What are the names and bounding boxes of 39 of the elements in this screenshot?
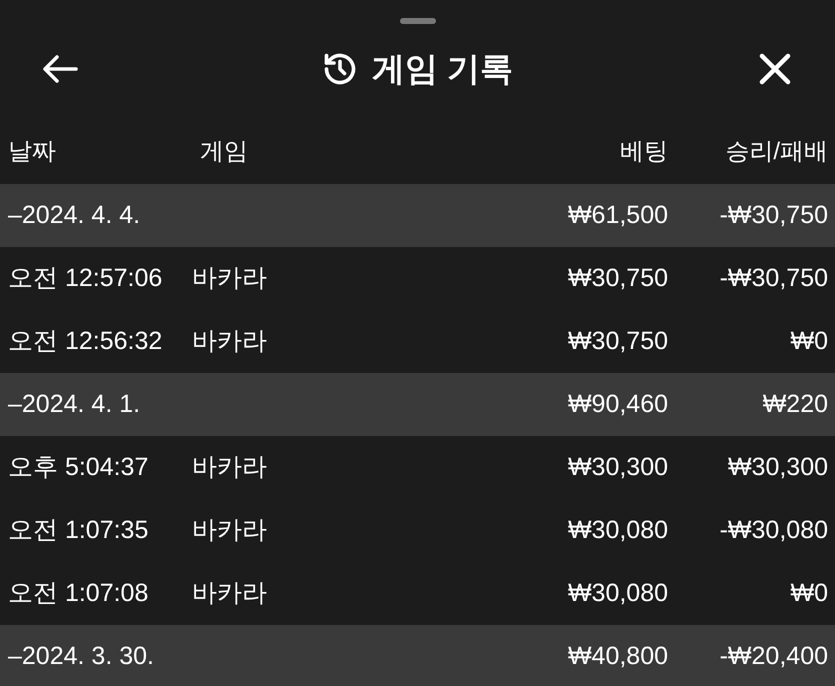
time-cell-text: 오전 12:56:32 <box>7 326 164 357</box>
bet-cell-text: ₩30,080 <box>568 514 668 546</box>
result-cell-text: ₩220 <box>762 388 829 420</box>
time-cell-text: 오전 1:07:08 <box>7 578 150 609</box>
time-cell-text: 오전 12:57:06 <box>7 262 164 294</box>
game-cell-text: 바카라 <box>192 578 268 609</box>
result-cell-text: ₩0 <box>790 326 829 357</box>
result-cell-text: -₩20,400 <box>718 640 829 672</box>
bet-cell-text: ₩30,750 <box>568 262 668 294</box>
bet-cell-text: ₩90,460 <box>568 388 668 420</box>
bet-cell-text: ₩40,800 <box>568 640 668 672</box>
result-cell-text: -₩30,750 <box>718 200 829 231</box>
game-cell-text: 바카라 <box>192 514 268 546</box>
time-cell-text: 오전 1:07:35 <box>7 514 150 546</box>
date-group-row[interactable]: –2024. 4. 4. ₩61,500 -₩30,750 <box>0 184 835 247</box>
column-header: 날짜 <box>7 137 57 167</box>
result-cell-text: -₩30,080 <box>718 514 829 546</box>
column-header: 승리/패배 <box>724 137 829 167</box>
date-label: –2024. 3. 30. <box>7 640 155 672</box>
game-cell-text: 바카라 <box>192 326 268 357</box>
game-cell-text: 바카라 <box>192 452 268 483</box>
drag-handle[interactable] <box>400 18 436 24</box>
bet-cell-text: ₩61,500 <box>568 200 668 231</box>
window-title: 게임 기록 <box>372 49 514 90</box>
bet-cell-text: ₩30,750 <box>568 326 668 357</box>
result-cell-text: -₩30,750 <box>718 262 829 294</box>
time-cell-text: 오후 5:04:37 <box>7 452 150 483</box>
date-label: –2024. 4. 4. <box>7 200 142 231</box>
game-cell-text: 바카라 <box>192 262 268 294</box>
column-header: 게임 <box>200 137 249 167</box>
column-header: 베팅 <box>620 137 668 167</box>
date-group-row[interactable]: –2024. 3. 30. ₩40,800 -₩20,400 <box>0 625 835 686</box>
result-cell-text: ₩0 <box>790 578 829 609</box>
date-group-row[interactable]: –2024. 4. 1. ₩90,460 ₩220 <box>0 373 835 436</box>
bet-cell-text: ₩30,300 <box>568 452 668 483</box>
result-cell-text: ₩30,300 <box>726 452 829 483</box>
date-label: –2024. 4. 1. <box>7 388 142 420</box>
bet-cell-text: ₩30,080 <box>568 578 668 609</box>
history-icon <box>322 51 358 87</box>
